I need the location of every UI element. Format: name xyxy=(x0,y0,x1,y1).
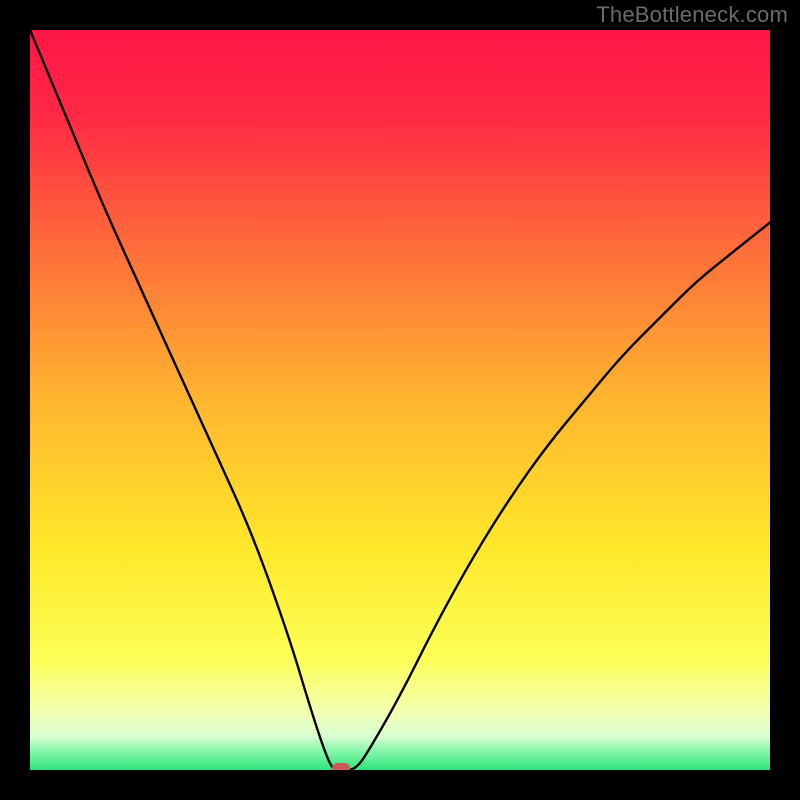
watermark-text: TheBottleneck.com xyxy=(596,2,788,28)
min-point-marker xyxy=(332,763,350,770)
bottleneck-curve xyxy=(30,30,770,770)
chart-frame: TheBottleneck.com xyxy=(0,0,800,800)
plot-area xyxy=(30,30,770,770)
